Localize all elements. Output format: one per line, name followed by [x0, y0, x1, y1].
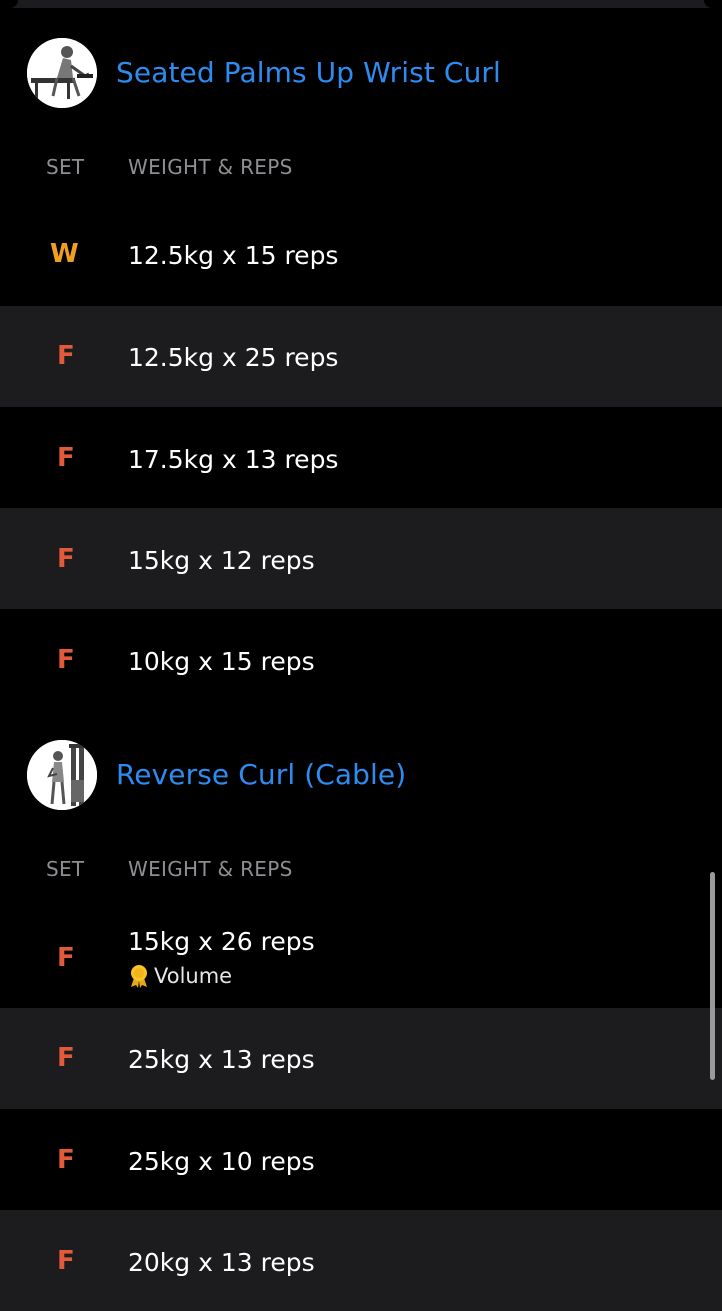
set-value: 15kg x 26 reps	[128, 927, 315, 956]
set-type-failure: F	[57, 341, 75, 371]
scrollbar-thumb[interactable]	[710, 872, 715, 1080]
set-value: 25kg x 13 reps	[128, 1045, 315, 1074]
set-row: W 12.5kg x 15 reps	[0, 205, 722, 306]
column-header: SET WEIGHT & REPS	[0, 849, 722, 889]
medal-icon	[131, 965, 147, 988]
set-value: 25kg x 10 reps	[128, 1147, 315, 1176]
set-row: F 25kg x 10 reps	[0, 1109, 722, 1210]
set-row: F 20kg x 13 reps	[0, 1210, 722, 1311]
set-value: 12.5kg x 25 reps	[128, 343, 339, 372]
set-row: F 17.5kg x 13 reps	[0, 407, 722, 508]
set-value: 20kg x 13 reps	[128, 1248, 315, 1277]
exercise-title[interactable]: Reverse Curl (Cable)	[116, 758, 406, 791]
weight-reps-column-label: WEIGHT & REPS	[128, 155, 293, 179]
exercise-title[interactable]: Seated Palms Up Wrist Curl	[116, 56, 501, 89]
set-type-failure: F	[57, 645, 75, 675]
set-value: 15kg x 12 reps	[128, 546, 315, 575]
exercise-thumbnail[interactable]	[27, 740, 97, 810]
set-row: F 15kg x 12 reps	[0, 508, 722, 609]
top-card-edge	[0, 0, 722, 8]
seated-wrist-curl-illustration-icon	[27, 38, 97, 108]
set-column-label: SET	[46, 155, 85, 179]
set-row: F 15kg x 26 reps Volume	[0, 907, 722, 1008]
set-type-failure: F	[57, 544, 75, 574]
set-value: 12.5kg x 15 reps	[128, 241, 339, 270]
exercise-header[interactable]: Reverse Curl (Cable)	[0, 738, 722, 810]
weight-reps-column-label: WEIGHT & REPS	[128, 857, 293, 881]
set-type-failure: F	[57, 1246, 75, 1276]
set-type-failure: F	[57, 443, 75, 473]
set-type-failure: F	[57, 1043, 75, 1073]
column-header: SET WEIGHT & REPS	[0, 147, 722, 187]
set-type-failure: F	[57, 943, 75, 973]
set-column-label: SET	[46, 857, 85, 881]
pr-badge: Volume	[128, 964, 232, 988]
exercise-thumbnail[interactable]	[27, 38, 97, 108]
pr-badge-label: Volume	[154, 964, 233, 988]
set-row: F 25kg x 13 reps	[0, 1008, 722, 1109]
set-type-warmup: W	[50, 239, 79, 269]
set-value: 10kg x 15 reps	[128, 647, 315, 676]
set-value: 17.5kg x 13 reps	[128, 445, 339, 474]
exercise-header[interactable]: Seated Palms Up Wrist Curl	[0, 36, 722, 108]
set-type-failure: F	[57, 1145, 75, 1175]
set-row: F 10kg x 15 reps	[0, 609, 722, 710]
set-row: F 12.5kg x 25 reps	[0, 306, 722, 407]
cable-reverse-curl-illustration-icon	[27, 740, 97, 810]
